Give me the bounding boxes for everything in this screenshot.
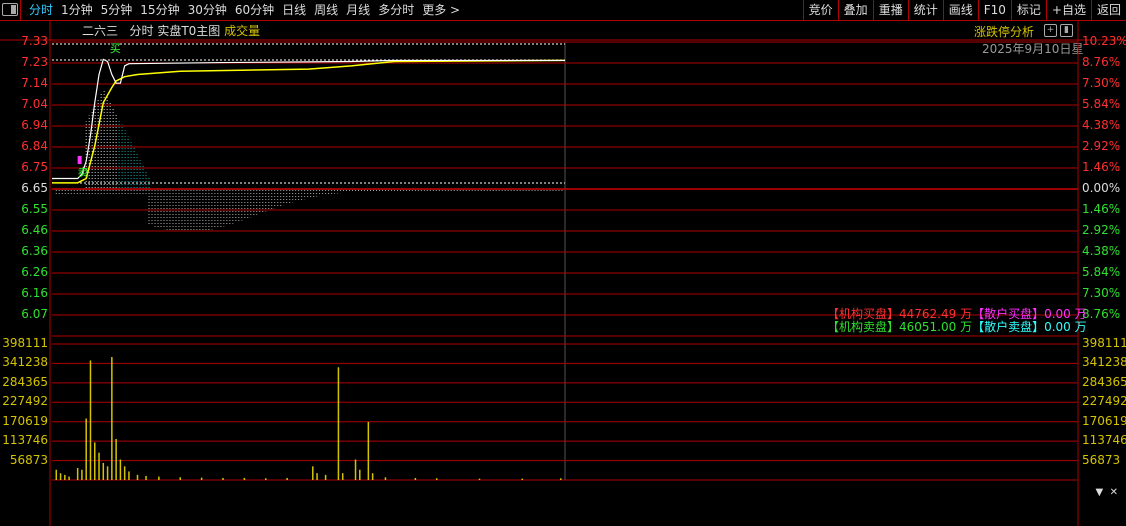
price-tick: 6.26	[21, 265, 48, 279]
sell-marker: 卖	[78, 166, 89, 179]
average-price-line	[52, 59, 566, 184]
inst-sell: 【机构卖盘】46051.00 万	[827, 320, 973, 334]
price-tick: 6.94	[21, 118, 48, 132]
sell-legend: 【机构卖盘】46051.00 万【散户卖盘】0.00 万	[827, 318, 1087, 335]
price-tick: 6.36	[21, 244, 48, 258]
volume-tick-right: 341238	[1082, 355, 1126, 370]
volume-tick: 56873	[9, 452, 48, 467]
price-tick: 6.46	[21, 223, 48, 237]
volume-tick: 398111	[2, 336, 48, 350]
price-tick: 6.16	[21, 286, 48, 300]
volume-tick-right: 227492	[1082, 394, 1126, 409]
volume-tick: 170619	[2, 413, 48, 428]
pct-tick: 10.23%	[1082, 34, 1126, 48]
intraday-chart[interactable]: 买卖	[0, 0, 1126, 526]
price-tick: 6.55	[21, 202, 48, 216]
price-tick: 7.04	[21, 97, 48, 111]
pct-tick: 7.30%	[1082, 286, 1121, 300]
bottom-controls: ▼ ✕	[1096, 487, 1118, 498]
volume-tick-right: 398111	[1082, 336, 1126, 350]
volume-tick-right: 113746	[1082, 433, 1126, 448]
pct-tick: 1.46%	[1082, 160, 1121, 174]
price-tick: 7.33	[21, 34, 48, 48]
dropdown-icon[interactable]: ▼	[1096, 487, 1104, 498]
volume-tick: 341238	[2, 355, 48, 370]
buy-marker: 买	[110, 42, 121, 55]
pct-tick: 1.46%	[1082, 202, 1121, 216]
close-icon[interactable]: ✕	[1110, 487, 1118, 498]
pct-tick: 2.92%	[1082, 139, 1121, 153]
price-tick: 6.84	[21, 139, 48, 153]
price-line	[52, 58, 565, 180]
signal-marker	[77, 156, 82, 164]
price-tick: 6.07	[21, 307, 48, 321]
retail-sell: 【散户卖盘】0.00 万	[972, 320, 1087, 334]
price-tick: 7.14	[21, 76, 48, 90]
price-tick: 7.23	[21, 55, 48, 69]
pct-tick: 4.38%	[1082, 118, 1121, 132]
pct-tick: 5.84%	[1082, 97, 1121, 111]
volume-tick: 284365	[2, 374, 48, 389]
volume-tick-right: 56873	[1082, 452, 1121, 467]
price-tick: 6.65	[21, 181, 48, 195]
pct-tick: 0.00%	[1082, 181, 1121, 195]
volume-tick: 227492	[2, 394, 48, 409]
volume-tick-right: 170619	[1082, 413, 1126, 428]
volume-tick-right: 284365	[1082, 374, 1126, 389]
price-tick: 6.75	[21, 160, 48, 174]
pct-tick: 2.92%	[1082, 223, 1121, 237]
pct-tick: 8.76%	[1082, 307, 1121, 321]
pct-tick: 5.84%	[1082, 265, 1121, 279]
volume-tick: 113746	[2, 433, 48, 448]
pct-tick: 7.30%	[1082, 76, 1121, 90]
pct-tick: 8.76%	[1082, 55, 1121, 69]
pct-tick: 4.38%	[1082, 244, 1121, 258]
